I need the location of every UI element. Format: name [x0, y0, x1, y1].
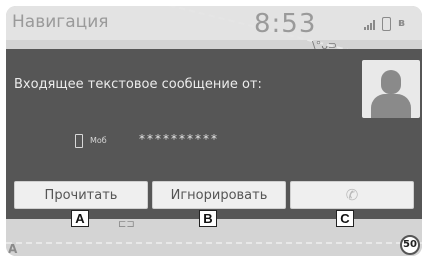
callout-b: B: [199, 210, 217, 227]
map-corner-label: A: [8, 242, 18, 256]
contact-avatar-icon: [362, 60, 420, 118]
phone-call-icon: ✆: [345, 186, 359, 204]
signal-icon: [364, 20, 378, 30]
avatar-body: [371, 94, 411, 118]
message-title: Входящее текстовое сообщение от:: [14, 77, 262, 92]
callout-a: A: [71, 210, 89, 227]
mobile-phone-icon: [75, 134, 83, 148]
speed-limit-sign: 50: [400, 235, 420, 255]
status-bar: Навигация 8:53 ʙ: [6, 6, 422, 40]
map-road-sign-icon: ⊏⊐: [118, 219, 135, 230]
ignore-button[interactable]: Игнорировать: [152, 181, 286, 209]
bluetooth-icon: ʙ: [398, 16, 405, 29]
call-button[interactable]: ✆: [290, 181, 414, 209]
app-title: Навигация: [12, 12, 109, 32]
phone-icon: [382, 17, 391, 31]
read-button[interactable]: Прочитать: [14, 181, 148, 209]
incoming-message-panel: Входящее текстовое сообщение от: Моб ***…: [6, 49, 422, 219]
sender-number: **********: [139, 132, 219, 146]
callout-c: C: [336, 210, 354, 227]
map-road: [6, 242, 422, 244]
contact-type-label: Моб: [90, 136, 107, 145]
clock: 8:53: [254, 9, 317, 39]
avatar-head: [381, 70, 401, 94]
